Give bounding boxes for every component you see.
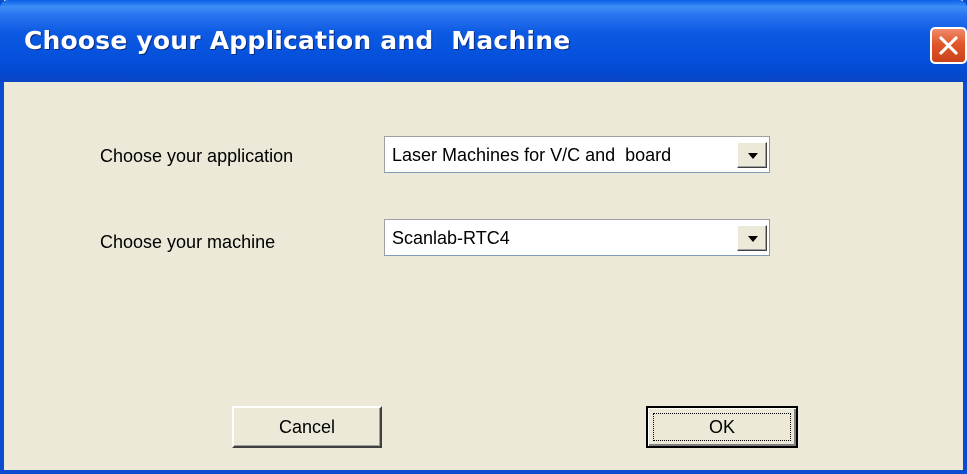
application-selected-value: Laser Machines for V/C and board xyxy=(392,145,672,165)
chevron-down-icon[interactable] xyxy=(737,225,767,251)
ok-button-label: OK xyxy=(708,417,735,437)
application-dropdown[interactable]: Laser Machines for V/C and board xyxy=(384,136,770,173)
machine-dropdown[interactable]: Scanlab-RTC4 xyxy=(384,219,770,256)
close-icon xyxy=(939,36,958,55)
window-title: Choose your Application and Machine xyxy=(24,26,571,55)
machine-label: Choose your machine xyxy=(100,232,276,252)
dialog-client-area: Choose your application Laser Machines f… xyxy=(4,82,963,470)
dialog-window: Choose your Application and Machine Choo… xyxy=(0,0,967,474)
ok-button[interactable]: OK xyxy=(646,406,798,448)
cancel-button-label: Cancel xyxy=(278,417,336,437)
application-label: Choose your application xyxy=(100,146,294,166)
close-button[interactable] xyxy=(930,27,967,64)
chevron-down-icon[interactable] xyxy=(737,142,767,168)
machine-selected-value: Scanlab-RTC4 xyxy=(392,228,510,248)
cancel-button[interactable]: Cancel xyxy=(232,406,382,448)
title-bar[interactable]: Choose your Application and Machine xyxy=(0,0,967,82)
